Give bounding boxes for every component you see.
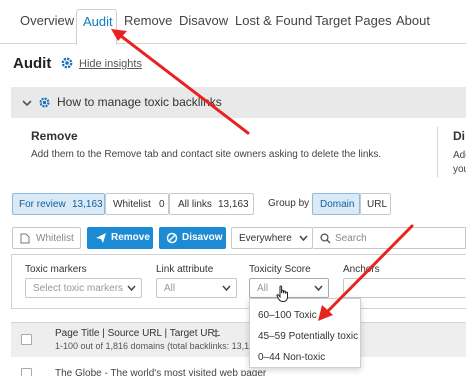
annotation-arrow-toxic: [318, 224, 414, 321]
annotation-arrows: [111, 29, 414, 321]
annotation-arrow-audit: [111, 29, 250, 135]
